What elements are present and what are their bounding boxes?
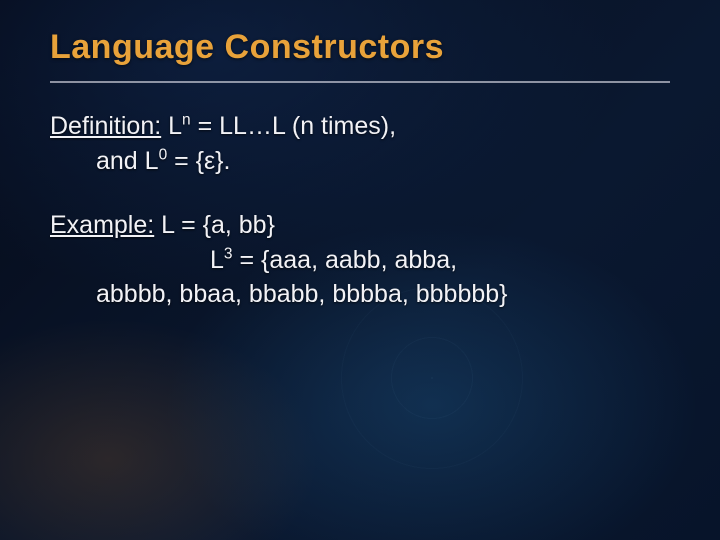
definition-line2-part-b: = {ε}.	[167, 147, 230, 175]
definition-block: Definition: Ln = LL…L (n times), and L0 …	[50, 109, 670, 178]
definition-line2-sup: 0	[159, 146, 168, 163]
title-divider	[50, 81, 670, 83]
example-line2-part-a: L	[210, 246, 224, 274]
definition-line2: and L0 = {ε}.	[50, 144, 670, 179]
definition-line1-part-b: = LL…L (n times),	[191, 112, 396, 140]
example-line3: abbbb, bbaa, bbabb, bbbba, bbbbbb}	[50, 277, 670, 312]
definition-line1-part-a: L	[161, 112, 182, 140]
slide-title: Language Constructors	[50, 28, 670, 67]
definition-label: Definition:	[50, 112, 161, 140]
example-label: Example:	[50, 211, 154, 239]
slide-body: Definition: Ln = LL…L (n times), and L0 …	[50, 109, 670, 312]
example-line2: L3 = {aaa, aabb, abba,	[50, 243, 670, 278]
slide: Language Constructors Definition: Ln = L…	[0, 0, 720, 540]
definition-line2-part-a: and L	[96, 147, 159, 175]
example-line1: L = {a, bb}	[154, 211, 275, 239]
example-line2-part-b: = {aaa, aabb, abba,	[233, 246, 458, 274]
example-line2-sup: 3	[224, 245, 233, 262]
example-block: Example: L = {a, bb} L3 = {aaa, aabb, ab…	[50, 208, 670, 312]
definition-line1-sup: n	[182, 112, 191, 129]
